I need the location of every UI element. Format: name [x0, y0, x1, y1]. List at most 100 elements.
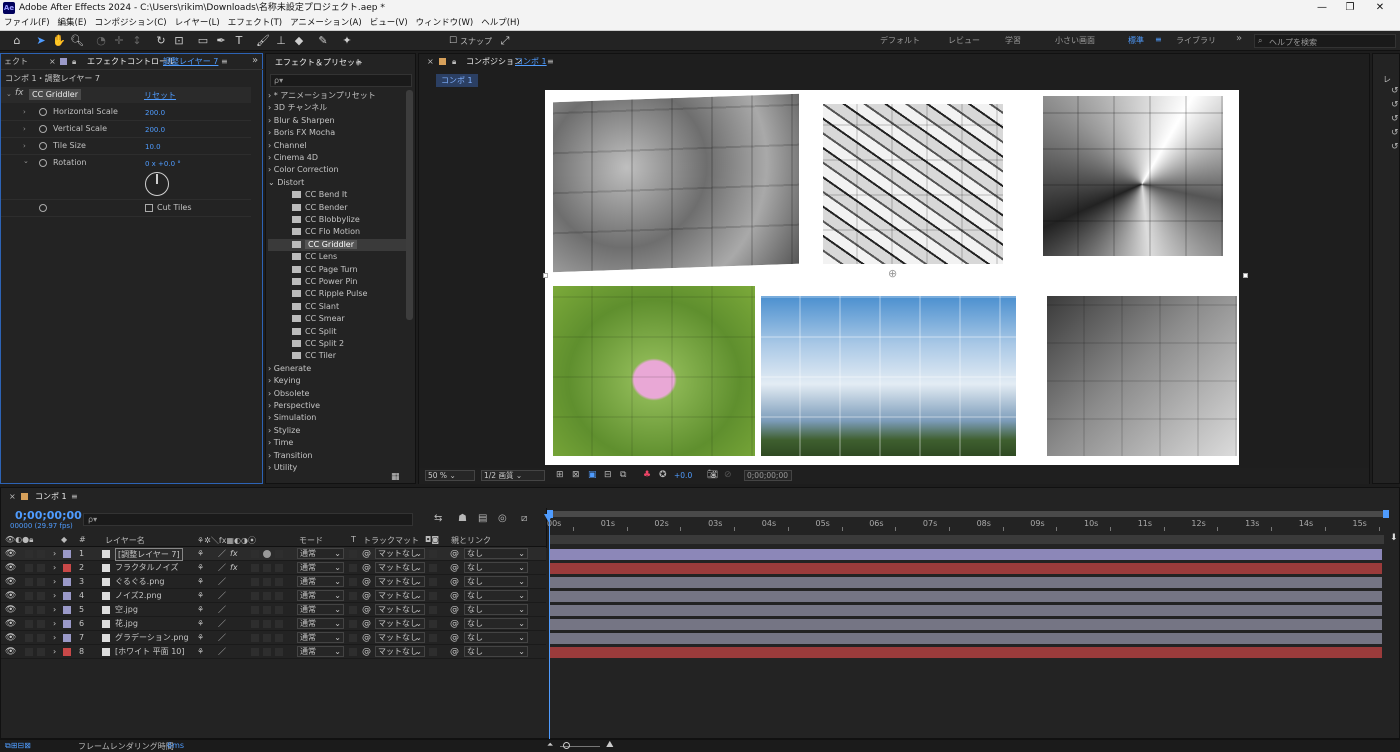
- zoom-dropdown[interactable]: 50 % ⌄: [425, 470, 475, 481]
- stopwatch-icon[interactable]: [39, 108, 47, 116]
- category-item[interactable]: › Transition: [268, 450, 408, 462]
- exposure-value[interactable]: +0.0: [674, 471, 692, 480]
- undo-icon[interactable]: ↺: [1391, 114, 1399, 124]
- expand-icon[interactable]: ›: [23, 142, 26, 150]
- dolly-tool-icon[interactable]: ↕: [130, 34, 144, 48]
- expand-icon[interactable]: ›: [23, 125, 26, 133]
- prop-value[interactable]: 200.0: [145, 109, 165, 117]
- workspace-overflow-icon[interactable]: »: [1236, 33, 1242, 44]
- category-item[interactable]: › Boris FX Mocha: [268, 127, 408, 139]
- composition-comp-name[interactable]: コンポ 1: [515, 55, 547, 69]
- stopwatch-icon[interactable]: [39, 204, 47, 212]
- rotation-dial[interactable]: [145, 172, 169, 196]
- current-timecode[interactable]: 0;00;00;00: [15, 509, 82, 522]
- zoom-in-icon[interactable]: ⛰: [606, 740, 614, 750]
- effect-item[interactable]: CC Flo Motion: [268, 226, 408, 238]
- workspace-menu-icon[interactable]: ≡: [1155, 35, 1162, 44]
- effect-item[interactable]: CC Slant: [268, 301, 408, 313]
- category-item[interactable]: › Cinema 4D: [268, 152, 408, 164]
- effect-item[interactable]: CC Bend It: [268, 189, 408, 201]
- zoom-slider-thumb[interactable]: [563, 742, 570, 749]
- comp-flowchart-icon[interactable]: ⇆: [434, 513, 442, 524]
- effect-controls-tab-title[interactable]: エフェクトコントロール: [87, 55, 175, 69]
- puppet-tool-icon[interactable]: ✦: [340, 34, 354, 48]
- category-item[interactable]: › Simulation: [268, 412, 408, 424]
- playhead-line[interactable]: [549, 516, 550, 740]
- right-panel-label[interactable]: レ: [1383, 74, 1391, 85]
- brush-tool-icon[interactable]: 🖌︎: [256, 34, 270, 48]
- menu-edit[interactable]: 編集(E): [54, 16, 91, 30]
- effect-item[interactable]: CC Page Turn: [268, 264, 408, 276]
- zoom-out-icon[interactable]: ⏶: [547, 740, 553, 750]
- effect-item[interactable]: CC Split 2: [268, 338, 408, 350]
- rotate-tool-icon[interactable]: ↻: [154, 34, 168, 48]
- category-item[interactable]: › Color Correction: [268, 164, 408, 176]
- menu-window[interactable]: ウィンドウ(W): [412, 16, 478, 30]
- effect-item[interactable]: CC Split: [268, 326, 408, 338]
- home-icon[interactable]: ⌂: [10, 34, 24, 48]
- effect-name[interactable]: CC Griddler: [29, 89, 82, 100]
- category-item[interactable]: › Keying: [268, 375, 408, 387]
- viewer-timecode[interactable]: 0;00;00;00: [744, 470, 792, 481]
- layer-duration-bar[interactable]: [549, 604, 1382, 616]
- workspace-small-screen[interactable]: 小さい画面: [1055, 35, 1095, 46]
- undo-icon[interactable]: ↺: [1391, 100, 1399, 110]
- panel-menu-icon[interactable]: ≡: [71, 490, 78, 504]
- workspace-review[interactable]: レビュー: [948, 35, 980, 46]
- graph-editor-icon[interactable]: ⧄: [521, 513, 527, 524]
- effect-collapse-icon[interactable]: ⌄: [6, 90, 12, 98]
- workspace-library[interactable]: ライブラリ: [1176, 35, 1216, 46]
- anchor-point-icon[interactable]: ⊕: [888, 267, 897, 280]
- scrollbar-thumb[interactable]: [406, 90, 413, 320]
- channel-icon[interactable]: ♣: [643, 470, 651, 480]
- prop-value[interactable]: 0 x +0.0 °: [145, 160, 181, 168]
- stopwatch-icon[interactable]: [39, 142, 47, 150]
- effect-item[interactable]: CC Tiler: [268, 350, 408, 362]
- hand-tool-icon[interactable]: ✋: [52, 34, 66, 48]
- stopwatch-icon[interactable]: [39, 125, 47, 133]
- selection-tool-icon[interactable]: ➤: [34, 34, 48, 48]
- snap-option-icon[interactable]: ⤢: [498, 34, 512, 48]
- help-search-input[interactable]: ヘルプを検索: [1269, 37, 1317, 48]
- menu-view[interactable]: ビュー(V): [366, 16, 412, 30]
- undo-icon[interactable]: ↺: [1391, 142, 1399, 152]
- comp-breadcrumb-tab[interactable]: コンポ 1: [436, 74, 478, 87]
- effect-item[interactable]: CC Power Pin: [268, 276, 408, 288]
- effect-item-selected[interactable]: CC Griddler: [268, 238, 408, 251]
- effects-presets-title[interactable]: エフェクト＆プリセット: [275, 56, 363, 70]
- maximize-icon[interactable]: ❐: [1336, 0, 1364, 16]
- frame-blending-icon[interactable]: ▤: [478, 513, 487, 524]
- pen-tool-icon[interactable]: ✒: [214, 34, 228, 48]
- effect-item[interactable]: CC Smear: [268, 313, 408, 325]
- category-item[interactable]: › * アニメーションプリセット: [268, 90, 408, 102]
- transparency-grid-icon[interactable]: ⊠: [572, 470, 580, 480]
- tab-left-truncated[interactable]: ェクト: [4, 55, 28, 69]
- text-tool-icon[interactable]: T: [232, 34, 246, 48]
- exposure-reset-icon[interactable]: ✪: [659, 470, 667, 480]
- region-of-interest-icon[interactable]: ⊞: [556, 470, 564, 480]
- resolution-dropdown[interactable]: 1/2 画質 ⌄: [481, 470, 545, 481]
- snapshot-icon[interactable]: 📷︎: [707, 470, 718, 480]
- help-search[interactable]: ⌕ ヘルプを検索: [1254, 34, 1396, 48]
- close-tab-icon[interactable]: ×: [427, 55, 434, 69]
- guides-icon[interactable]: ⊟: [604, 470, 612, 480]
- menu-help[interactable]: ヘルプ(H): [477, 16, 524, 30]
- show-snapshot-icon[interactable]: ⊘: [724, 470, 732, 480]
- pan-tool-icon[interactable]: ✛: [112, 34, 126, 48]
- comp-viewer-canvas[interactable]: ⊕: [545, 90, 1239, 465]
- roto-brush-icon[interactable]: ✎: [316, 34, 330, 48]
- eraser-tool-icon[interactable]: ◆: [292, 34, 306, 48]
- category-item[interactable]: › 3D チャンネル: [268, 102, 408, 114]
- category-item[interactable]: › Time: [268, 437, 408, 449]
- effect-item[interactable]: CC Blobbylize: [268, 214, 408, 226]
- close-tab-icon[interactable]: ×: [9, 490, 16, 504]
- undo-icon[interactable]: ↺: [1391, 128, 1399, 138]
- category-item[interactable]: › Stylize: [268, 425, 408, 437]
- status-icons[interactable]: ⧉⊞⊟⊠: [5, 741, 31, 751]
- lock-icon[interactable]: 🔒︎: [72, 55, 76, 69]
- category-item[interactable]: › Obsolete: [268, 388, 408, 400]
- effect-controls-tab-layer[interactable]: 調整レイヤー 7: [163, 55, 218, 69]
- close-icon[interactable]: ✕: [1366, 0, 1394, 16]
- category-item[interactable]: › Generate: [268, 363, 408, 375]
- comp-end-marker-icon[interactable]: ⬇: [1390, 533, 1398, 543]
